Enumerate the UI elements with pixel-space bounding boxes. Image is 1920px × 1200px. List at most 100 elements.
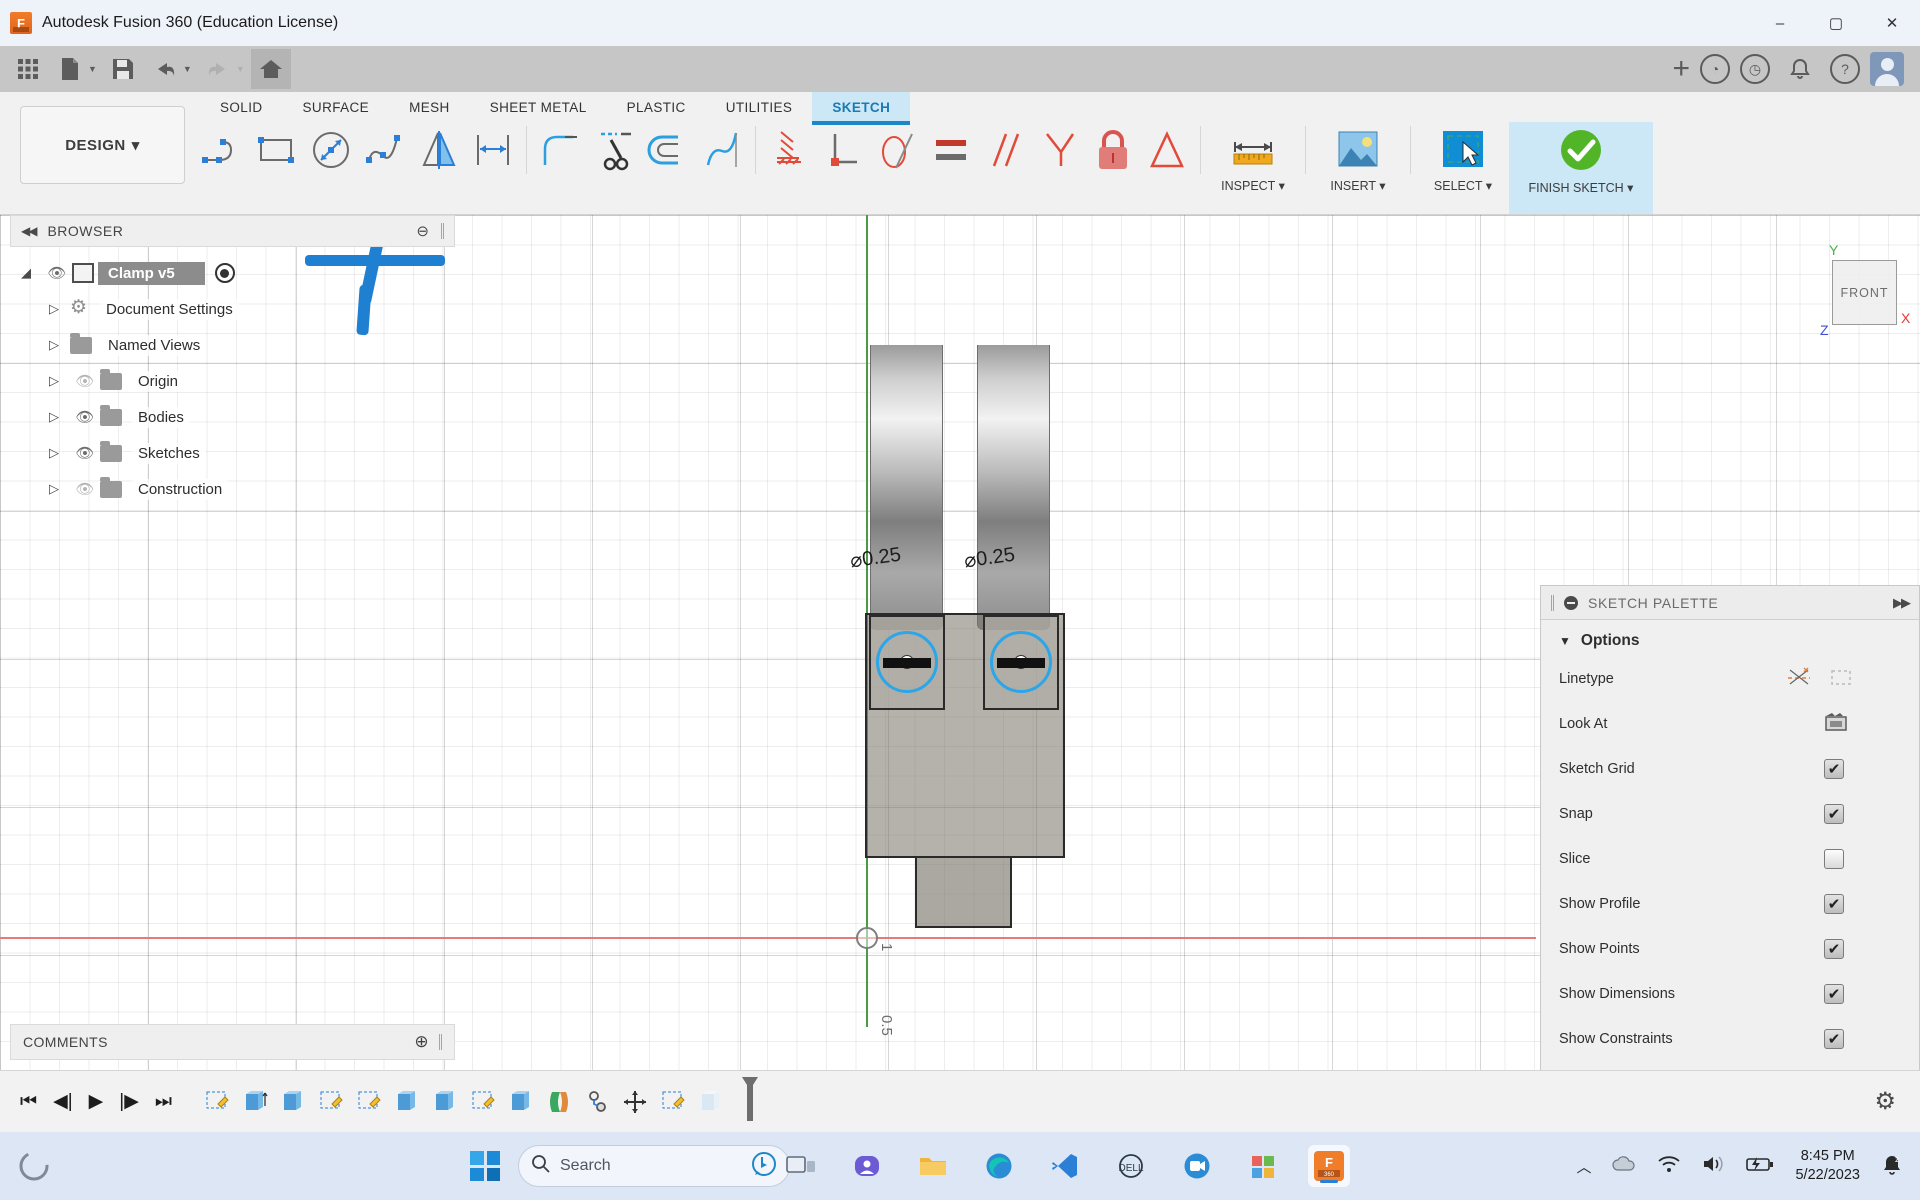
slice-checkbox[interactable] [1824,849,1844,869]
fillet-icon[interactable] [533,122,587,178]
taskbar-search-input[interactable]: Search [518,1145,790,1187]
redo-caret-icon[interactable]: ▼ [236,64,245,74]
palette-row-snap[interactable]: Snap ✔ [1541,791,1919,836]
expander-icon[interactable]: ▷ [38,301,70,317]
browser-collapse-icon[interactable]: ◀◀ [21,224,35,238]
timeline-feature-sketch-5[interactable] [656,1085,690,1119]
app-grid-icon[interactable] [8,49,48,89]
line-icon[interactable] [196,122,250,178]
comments-panel[interactable]: COMMENTS ⊕ [10,1024,455,1060]
expander-icon[interactable]: ▷ [38,337,70,353]
parallel-icon[interactable] [978,122,1032,178]
tree-item-clamp-v5[interactable]: ◢ 👁 Clamp v5 [10,255,455,291]
offset-icon[interactable] [641,122,695,178]
new-file-icon[interactable] [50,49,90,89]
timeline-feature-extrude-4[interactable] [428,1085,462,1119]
tree-item-named-views[interactable]: ▷ Named Views [10,327,455,363]
palette-row-show-profile[interactable]: Show Profile ✔ [1541,881,1919,926]
volume-icon[interactable] [1701,1154,1725,1179]
symmetry-icon[interactable] [1140,122,1194,178]
timeline-feature-extrude-1[interactable] [238,1085,272,1119]
timeline-feature-current[interactable] [694,1085,728,1119]
timeline-feature-sketch-2[interactable] [314,1085,348,1119]
fusion360-taskbar-icon[interactable]: F360 [1308,1145,1350,1187]
coincident-icon[interactable] [762,122,816,178]
expander-icon[interactable]: ▷ [38,481,70,497]
rectangle-icon[interactable] [250,122,304,178]
tree-item-construction[interactable]: ▷ 👁 Construction [10,471,455,507]
start-button-icon[interactable] [470,1151,500,1181]
tree-item-origin[interactable]: ▷ 👁 Origin [10,363,455,399]
snap-checkbox[interactable]: ✔ [1824,804,1844,824]
timeline-feature-sketch-1[interactable] [200,1085,234,1119]
redo-icon[interactable] [198,49,238,89]
expander-icon[interactable]: ▷ [38,373,70,389]
add-tab-icon[interactable]: + [1672,54,1690,84]
design-canvas[interactable]: -2.5 -2 -1.5 -1 -0.5 1 0.5 ⌀0.25 ⌀0.25 F… [0,215,1920,1070]
visibility-eye-icon[interactable]: 👁 [70,408,100,426]
fix-lock-icon[interactable] [1086,122,1140,178]
task-view-icon[interactable] [780,1145,822,1187]
timeline-feature-move[interactable] [618,1085,652,1119]
tab-sketch[interactable]: SKETCH [812,92,910,125]
view-cube[interactable]: FRONT Y Z X [1812,240,1920,350]
palette-section-options[interactable]: ▼ Options [1541,620,1919,656]
new-file-caret-icon[interactable]: ▼ [88,64,97,74]
palette-row-look-at[interactable]: Look At [1541,701,1919,746]
visibility-eye-icon[interactable]: 👁 [42,264,72,282]
look-at-icon[interactable] [1823,710,1849,738]
save-icon[interactable] [103,49,143,89]
curvature-icon[interactable] [695,122,749,178]
expander-icon[interactable]: ▷ [38,445,70,461]
show-constraints-checkbox[interactable]: ✔ [1824,1029,1844,1049]
undo-icon[interactable] [145,49,185,89]
view-cube-front-face[interactable]: FRONT [1832,260,1897,325]
sketch-grid-checkbox[interactable]: ✔ [1824,759,1844,779]
battery-charging-icon[interactable] [1745,1155,1775,1178]
show-profile-checkbox[interactable]: ✔ [1824,894,1844,914]
comments-grip[interactable] [439,1034,442,1050]
inspect-button[interactable]: INSPECT ▾ [1207,122,1299,214]
help-icon[interactable]: ? [1830,54,1860,84]
timeline-feature-joint[interactable] [580,1085,614,1119]
tab-plastic[interactable]: PLASTIC [607,92,706,121]
timeline-settings-icon[interactable]: ⚙ [1874,1087,1896,1116]
wifi-icon[interactable] [1657,1154,1681,1179]
tab-utilities[interactable]: UTILITIES [706,92,813,121]
recent-activity-icon[interactable]: ◷ [1740,54,1770,84]
construction-line-icon[interactable] [1786,666,1812,692]
activate-component-icon[interactable] [215,263,235,283]
equal-icon[interactable] [924,122,978,178]
user-avatar[interactable] [1870,52,1904,86]
store-icon[interactable] [1242,1145,1284,1187]
dimension-icon[interactable] [466,122,520,178]
palette-collapse-icon[interactable]: ▶▶ [1893,595,1909,611]
timeline-feature-extrude-5[interactable] [504,1085,538,1119]
palette-row-sketch-grid[interactable]: Sketch Grid ✔ [1541,746,1919,791]
extensions-icon[interactable]: ◔ [1700,54,1730,84]
expander-icon[interactable]: ▷ [38,409,70,425]
timeline-last-button[interactable]: ⏭ [155,1091,172,1113]
tab-mesh[interactable]: MESH [389,92,470,121]
home-icon[interactable] [251,49,291,89]
timeline-first-button[interactable]: ⏮ [20,1091,37,1113]
palette-row-show-dimensions[interactable]: Show Dimensions ✔ [1541,971,1919,1016]
palette-row-slice[interactable]: Slice [1541,836,1919,881]
browser-grip[interactable] [441,223,444,239]
timeline-feature-extrude-3[interactable] [390,1085,424,1119]
vscode-icon[interactable] [1044,1145,1086,1187]
timeline-next-button[interactable]: |▶ [119,1090,139,1113]
trim-icon[interactable] [587,122,641,178]
select-button[interactable]: SELECT ▾ [1417,122,1509,214]
tab-solid[interactable]: SOLID [200,92,283,121]
tray-chevron-icon[interactable]: ︿ [1576,1156,1591,1177]
bing-chat-icon[interactable] [751,1151,777,1182]
tree-item-sketches[interactable]: ▷ 👁 Sketches [10,435,455,471]
palette-row-show-constraints[interactable]: Show Constraints ✔ [1541,1016,1919,1061]
palette-grip[interactable] [1551,595,1554,611]
minimize-button[interactable]: – [1752,0,1808,46]
tab-sheet-metal[interactable]: SHEET METAL [470,92,607,121]
palette-row-show-projected-geometries[interactable]: Show Projected Geometries ✔ [1541,1061,1919,1070]
tangent-icon[interactable] [870,122,924,178]
teams-icon[interactable] [846,1145,888,1187]
